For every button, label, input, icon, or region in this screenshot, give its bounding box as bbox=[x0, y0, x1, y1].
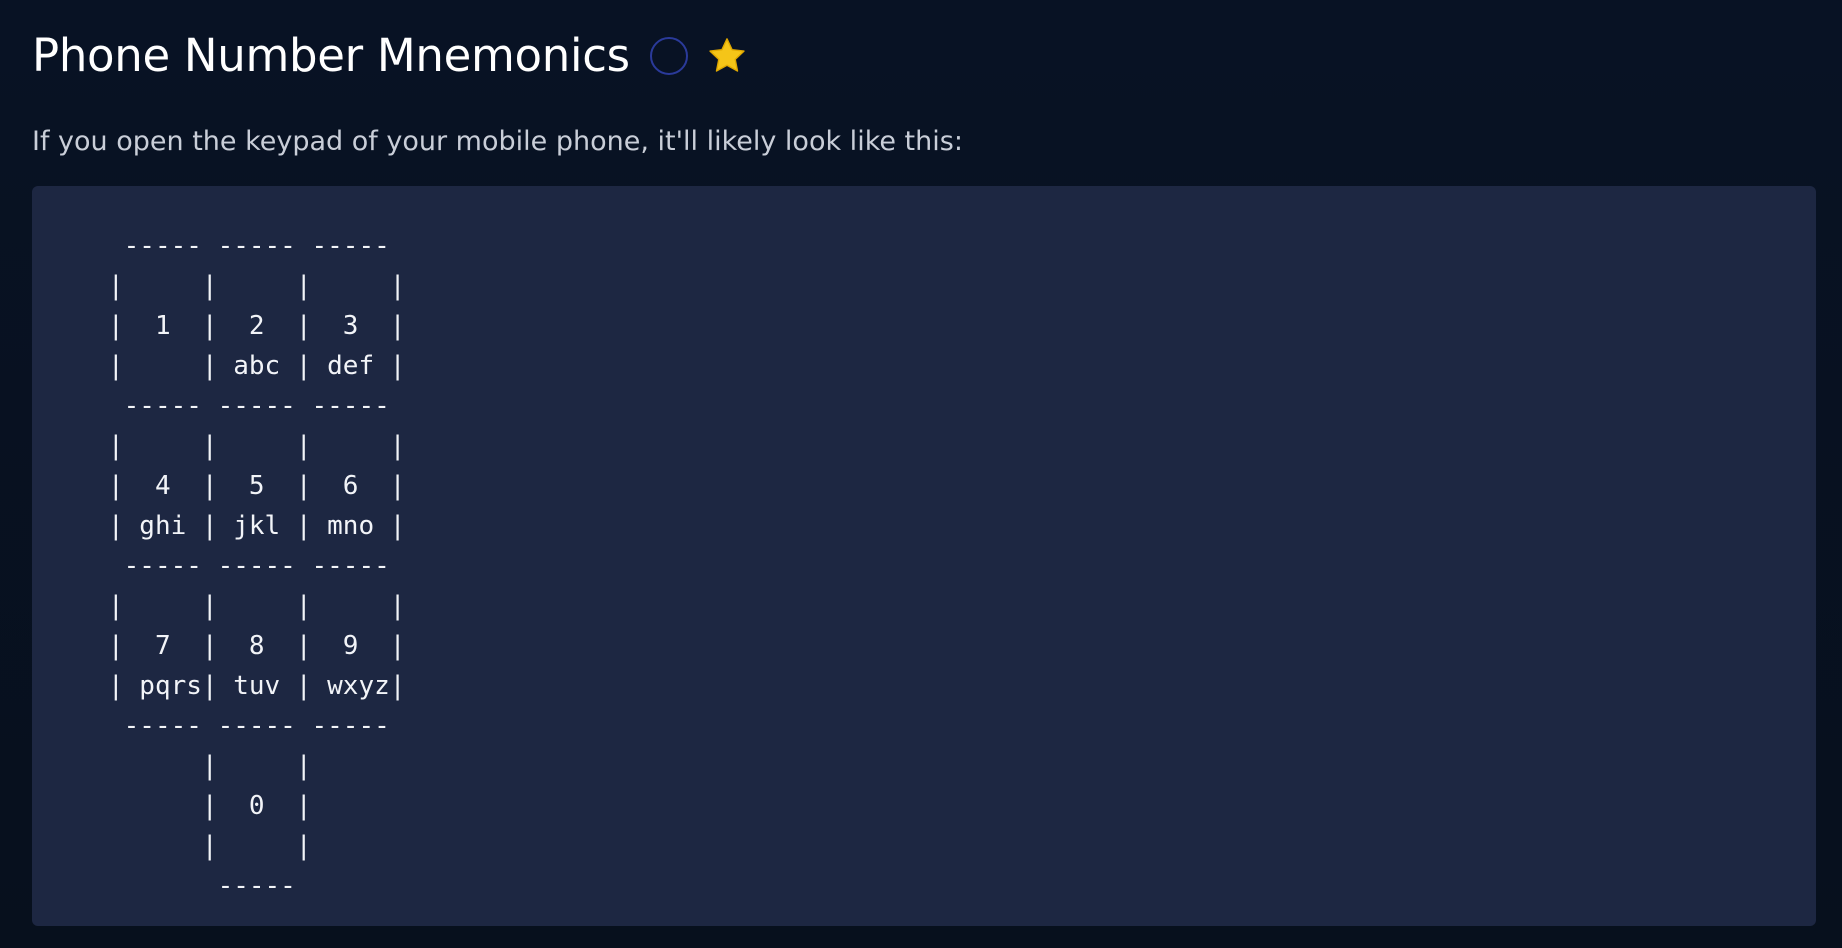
code-block: ----- ----- ----- | | | | | 1 | 2 | 3 | … bbox=[32, 186, 1816, 926]
intro-text: If you open the keypad of your mobile ph… bbox=[32, 126, 963, 157]
page-title: Phone Number Mnemonics bbox=[32, 29, 630, 82]
star-icon[interactable] bbox=[706, 35, 748, 77]
keypad-ascii: ----- ----- ----- | | | | | 1 | 2 | 3 | … bbox=[108, 231, 406, 901]
circle-outline-icon[interactable] bbox=[649, 37, 688, 75]
title-row: Phone Number Mnemonics bbox=[32, 26, 748, 86]
